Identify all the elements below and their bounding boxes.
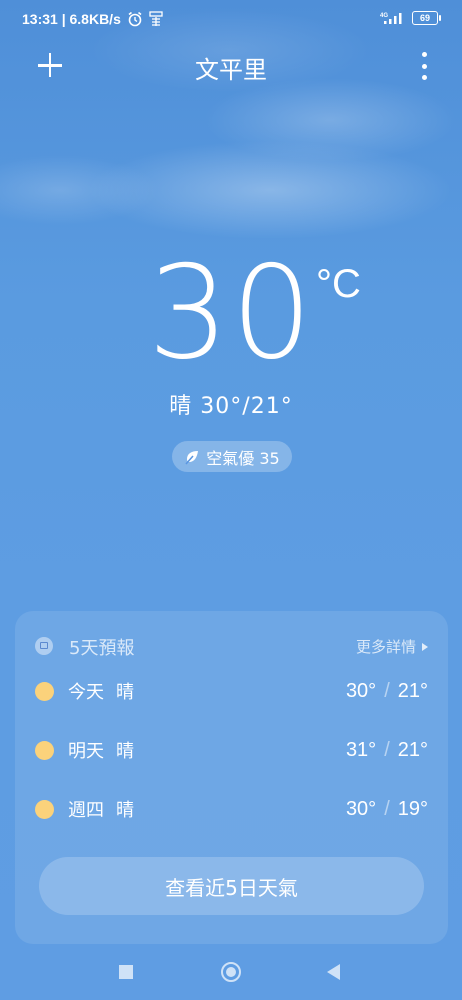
status-right: 4G 69 <box>380 11 441 25</box>
temperature-unit: °C <box>316 262 361 306</box>
forecast-row[interactable]: 明天 晴 31°/21° <box>35 735 428 765</box>
forecast-day: 今天 <box>68 682 104 703</box>
more-menu-button[interactable] <box>416 52 432 80</box>
recent-apps-button[interactable] <box>119 965 133 979</box>
more-details-link[interactable]: 更多詳情 <box>356 636 428 657</box>
chevron-right-icon <box>422 642 428 651</box>
weather-screen: 13:31 | 6.8KB/s 4G 69 文平里 30 °C 晴 30°/21… <box>0 0 462 1000</box>
leaf-icon <box>185 450 199 464</box>
forecast-high: 30° <box>345 679 377 702</box>
weather-notification-icon <box>149 11 163 26</box>
aqi-text: 空氣優 35 <box>206 448 280 468</box>
forecast-title: 5天預報 <box>69 638 135 659</box>
signal-icon: 4G <box>380 13 402 24</box>
current-temp-wrap: 30 <box>0 250 462 378</box>
forecast-temps: 30°/19° <box>345 797 428 820</box>
battery-indicator: 69 <box>412 11 441 25</box>
forecast-low: 19° <box>397 797 428 820</box>
forecast-row[interactable]: 週四 晴 30°/19° <box>35 794 428 824</box>
forecast-low: 21° <box>397 679 428 702</box>
sun-icon <box>35 740 54 760</box>
view-5-day-forecast-button[interactable]: 查看近5日天氣 <box>39 857 424 915</box>
forecast-condition: 晴 <box>116 682 134 703</box>
current-temperature: 30 <box>147 239 315 388</box>
forecast-temps: 31°/21° <box>345 738 428 761</box>
status-left: 13:31 | 6.8KB/s <box>22 11 163 27</box>
alarm-clock-icon <box>128 11 142 27</box>
status-bar: 13:31 | 6.8KB/s 4G 69 <box>0 0 462 40</box>
network-type: 4G <box>380 13 388 19</box>
forecast-temps: 30°/21° <box>345 679 428 702</box>
forecast-high: 30° <box>345 797 377 820</box>
more-vertical-icon <box>421 52 427 57</box>
forecast-condition: 晴 <box>116 800 134 821</box>
forecast-day: 明天 <box>68 741 104 762</box>
system-nav-bar <box>0 952 462 992</box>
status-time-speed: 13:31 | 6.8KB/s <box>22 11 121 27</box>
more-details-label: 更多詳情 <box>355 638 416 656</box>
forecast-row[interactable]: 今天 晴 30°/21° <box>35 676 428 706</box>
air-quality-badge[interactable]: 空氣優 35 <box>172 441 292 472</box>
forecast-condition: 晴 <box>116 741 134 762</box>
calendar-icon <box>35 637 53 655</box>
city-title: 文平里 <box>195 56 267 84</box>
forecast-low: 21° <box>397 738 428 761</box>
forecast-header: 5天預報 更多詳情 <box>35 633 428 659</box>
forecast-high: 31° <box>345 738 377 761</box>
forecast-card: 5天預報 更多詳情 今天 晴 30°/21° 明天 晴 31°/21° 週四 晴… <box>15 611 448 944</box>
sun-icon <box>35 681 54 701</box>
back-button[interactable] <box>327 964 340 980</box>
home-button[interactable] <box>221 962 241 982</box>
forecast-day: 週四 <box>68 800 104 821</box>
sun-icon <box>35 799 54 819</box>
condition-range: 晴 30°/21° <box>169 394 293 419</box>
top-bar: 文平里 <box>0 44 462 88</box>
